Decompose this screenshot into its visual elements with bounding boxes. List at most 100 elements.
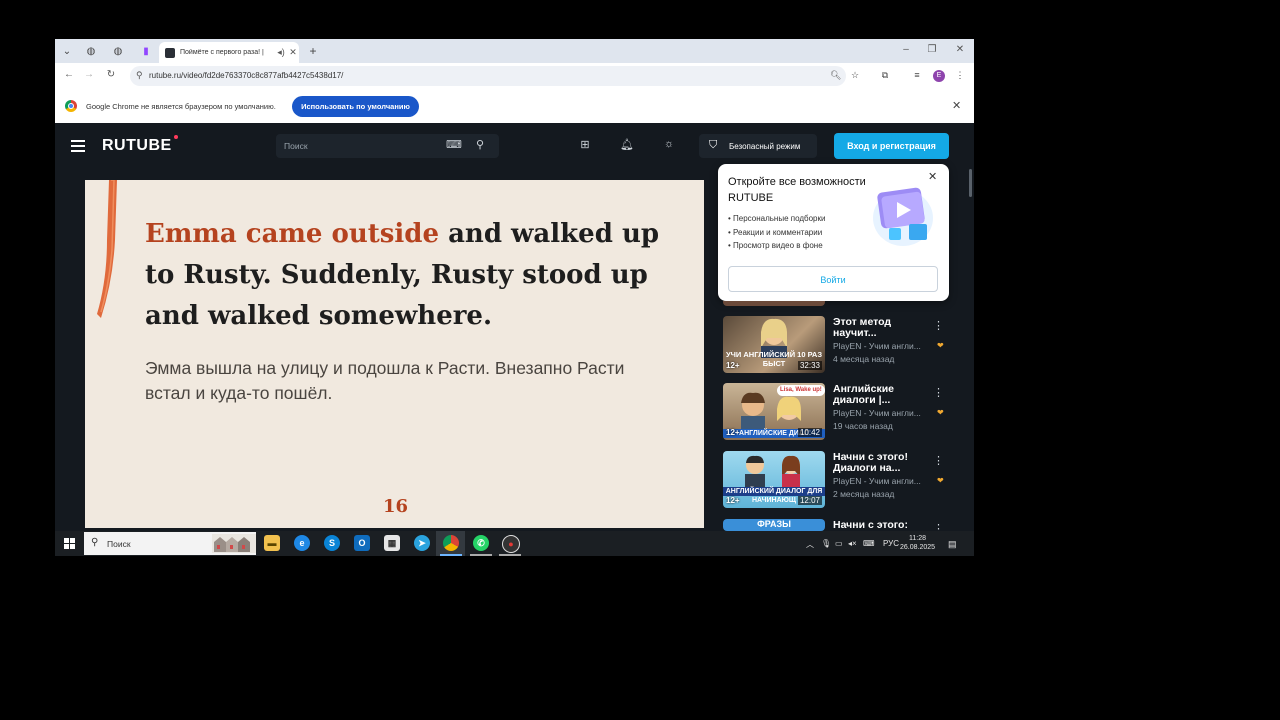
audio-icon[interactable]: ◂) xyxy=(275,47,287,58)
channel-name[interactable]: PlayEN - Учим англи... xyxy=(833,408,933,418)
edge-icon[interactable]: e xyxy=(294,535,310,551)
infobar-close-icon[interactable]: ✕ xyxy=(952,99,961,112)
input-language[interactable]: РУС xyxy=(883,539,899,548)
upload-date: 2 месяца назад xyxy=(833,489,895,499)
promo-illustration-icon xyxy=(873,187,933,246)
list-item[interactable]: АНГЛИЙСКИЙ ДИАЛОГ ДЛЯ НАЧИНАЮЩ 12+ 12:07… xyxy=(723,451,944,509)
volume-icon[interactable]: ◂× xyxy=(848,539,857,548)
previous-thumbnail[interactable] xyxy=(723,301,825,306)
channel-name[interactable]: PlayEN - Учим англи... xyxy=(833,476,933,486)
video-thumbnail[interactable]: Lisa, Wake up! АНГЛИЙСКИЕ ДИАЛ 12+ 10:42 xyxy=(723,383,825,440)
recorder-indicator xyxy=(499,554,521,556)
keyboard-layout-icon[interactable]: ⌨ xyxy=(863,539,875,548)
list-item[interactable]: Lisa, Wake up! АНГЛИЙСКИЕ ДИАЛ 12+ 10:42… xyxy=(723,383,944,441)
upload-date: 4 месяца назад xyxy=(833,354,895,364)
menu-kebab-icon[interactable]: ⋮ xyxy=(953,70,967,81)
site-info-icon[interactable]: ⚲ xyxy=(136,70,143,81)
outlook-icon[interactable]: O xyxy=(354,535,370,551)
video-thumbnail[interactable]: ФРАЗЫ xyxy=(723,519,825,531)
media-icon[interactable]: ≡ xyxy=(910,70,924,80)
tab-strip: ⌄ ◍ ◍ ▮ Поймёте с первого раза! | ◂) ✕ +… xyxy=(55,39,974,63)
address-bar[interactable]: ⚲ rutube.ru/video/fd2de763370c8c877afb44… xyxy=(130,66,846,86)
telegram-icon[interactable]: ➤ xyxy=(414,535,430,551)
notifications-bell-icon[interactable]: 🔔︎ xyxy=(619,138,635,151)
safe-mode-button[interactable]: ⛉ Безопасный режим xyxy=(699,134,817,158)
popup-bullet: • Реакции и комментарии xyxy=(728,228,823,237)
duration: 10:42 xyxy=(797,428,822,437)
keyboard-icon[interactable]: ⌨ xyxy=(446,138,462,151)
tab-list-icon[interactable]: ⌄ xyxy=(59,43,75,59)
taskbar-search-input[interactable]: ⚲ Поиск xyxy=(84,532,256,555)
network-icon[interactable]: ▭ xyxy=(835,539,843,548)
video-thumbnail[interactable]: УЧИ АНГЛИЙСКИЙ 10 РАЗ БЫСТ 12+ 32:33 xyxy=(723,316,825,373)
minimize-button[interactable]: – xyxy=(899,44,913,55)
tab-title: Поймёте с первого раза! | xyxy=(180,49,264,56)
search-input[interactable]: Поиск xyxy=(276,134,499,158)
window-close-button[interactable]: ✕ xyxy=(953,44,967,55)
restore-button[interactable]: ❐ xyxy=(925,44,939,55)
scrollbar[interactable] xyxy=(969,169,972,197)
active-tab[interactable]: Поймёте с первого раза! | ◂) ✕ xyxy=(159,42,299,63)
channel-name[interactable]: PlayEN - Учим англи... xyxy=(833,341,933,351)
search-highlight-art xyxy=(212,534,256,553)
start-windows-icon[interactable] xyxy=(64,538,75,549)
video-title[interactable]: Английские диалоги |... xyxy=(833,384,918,406)
duration: 12:07 xyxy=(797,496,822,505)
zoom-icon[interactable]: 🔍︎ xyxy=(830,70,841,81)
video-thumbnail[interactable]: АНГЛИЙСКИЙ ДИАЛОГ ДЛЯ НАЧИНАЮЩ 12+ 12:07 xyxy=(723,451,825,508)
system-clock[interactable]: 11:28 26.08.2025 xyxy=(900,534,935,552)
upload-icon[interactable]: ⊞ xyxy=(577,138,593,151)
microphone-icon[interactable]: 🎙︎ xyxy=(821,539,831,548)
page-number: 16 xyxy=(383,496,409,517)
video-title[interactable]: Начни с этого: xyxy=(833,520,918,531)
item-menu-icon[interactable]: ⋮ xyxy=(933,522,943,531)
skype-icon[interactable]: S xyxy=(324,535,340,551)
item-menu-icon[interactable]: ⋮ xyxy=(933,454,944,467)
search-icon: ⚲ xyxy=(91,537,99,548)
verified-heart-icon: ❤ xyxy=(937,476,944,485)
profile-avatar[interactable]: E xyxy=(933,70,945,82)
rutube-logo[interactable]: RUTUBE xyxy=(102,135,178,155)
store-icon[interactable]: ▦ xyxy=(384,535,400,551)
tab-globe-icon-2[interactable]: ◍ xyxy=(110,43,126,59)
age-rating: 12+ xyxy=(726,428,740,437)
item-menu-icon[interactable]: ⋮ xyxy=(933,319,944,332)
browser-window: ⌄ ◍ ◍ ▮ Поймёте с первого раза! | ◂) ✕ +… xyxy=(55,39,974,556)
list-item[interactable]: УЧИ АНГЛИЙСКИЙ 10 РАЗ БЫСТ 12+ 32:33 Это… xyxy=(723,316,944,374)
tab-twitch-icon[interactable]: ▮ xyxy=(138,43,154,59)
search-icon[interactable]: ⚲ xyxy=(472,138,488,151)
chrome-active-indicator xyxy=(440,554,462,556)
theme-sun-icon[interactable]: ☼ xyxy=(661,138,677,150)
forward-button[interactable]: → xyxy=(82,69,96,80)
tray-chevron-icon[interactable]: ︿ xyxy=(806,539,814,550)
bookmark-star-icon[interactable]: ☆ xyxy=(848,70,862,81)
channel-text: PlayEN - Учим англи... xyxy=(833,341,921,351)
whatsapp-indicator xyxy=(470,554,492,556)
popup-close-icon[interactable]: ✕ xyxy=(928,170,937,183)
thumbnail-people xyxy=(745,455,800,489)
video-title[interactable]: Этот метод научит... xyxy=(833,317,918,339)
reload-button[interactable]: ↻ xyxy=(104,69,118,80)
video-player[interactable]: Emma came outside and walked up to Rusty… xyxy=(85,180,704,528)
extensions-icon[interactable]: ⧉ xyxy=(878,70,892,81)
chrome-taskbar-icon[interactable] xyxy=(443,535,459,551)
login-button[interactable]: Вход и регистрация xyxy=(834,133,949,159)
popup-login-button[interactable]: Войти xyxy=(728,266,938,292)
video-title[interactable]: Начни с этого! Диалоги на... xyxy=(833,452,918,474)
file-explorer-icon[interactable]: ▬ xyxy=(264,535,280,551)
set-default-button[interactable]: Использовать по умолчанию xyxy=(292,96,419,117)
whatsapp-icon[interactable]: ✆ xyxy=(473,535,489,551)
new-tab-button[interactable]: + xyxy=(305,43,321,59)
list-item[interactable]: ФРАЗЫ Начни с этого: ⋮ xyxy=(723,519,943,531)
item-menu-icon[interactable]: ⋮ xyxy=(933,386,944,399)
russian-subtitle: Эмма вышла на улицу и подошла к Расти. В… xyxy=(145,358,625,403)
safe-mode-label: Безопасный режим xyxy=(729,142,801,151)
menu-icon[interactable] xyxy=(71,140,85,155)
back-button[interactable]: ← xyxy=(62,69,76,80)
recorder-icon[interactable]: ● xyxy=(502,535,520,553)
tab-globe-icon[interactable]: ◍ xyxy=(83,43,99,59)
notifications-icon[interactable]: ▤ xyxy=(948,539,957,550)
rutube-favicon xyxy=(165,47,175,58)
url-text: rutube.ru/video/fd2de763370c8c877afb4427… xyxy=(149,71,344,80)
tab-close-icon[interactable]: ✕ xyxy=(287,47,299,58)
